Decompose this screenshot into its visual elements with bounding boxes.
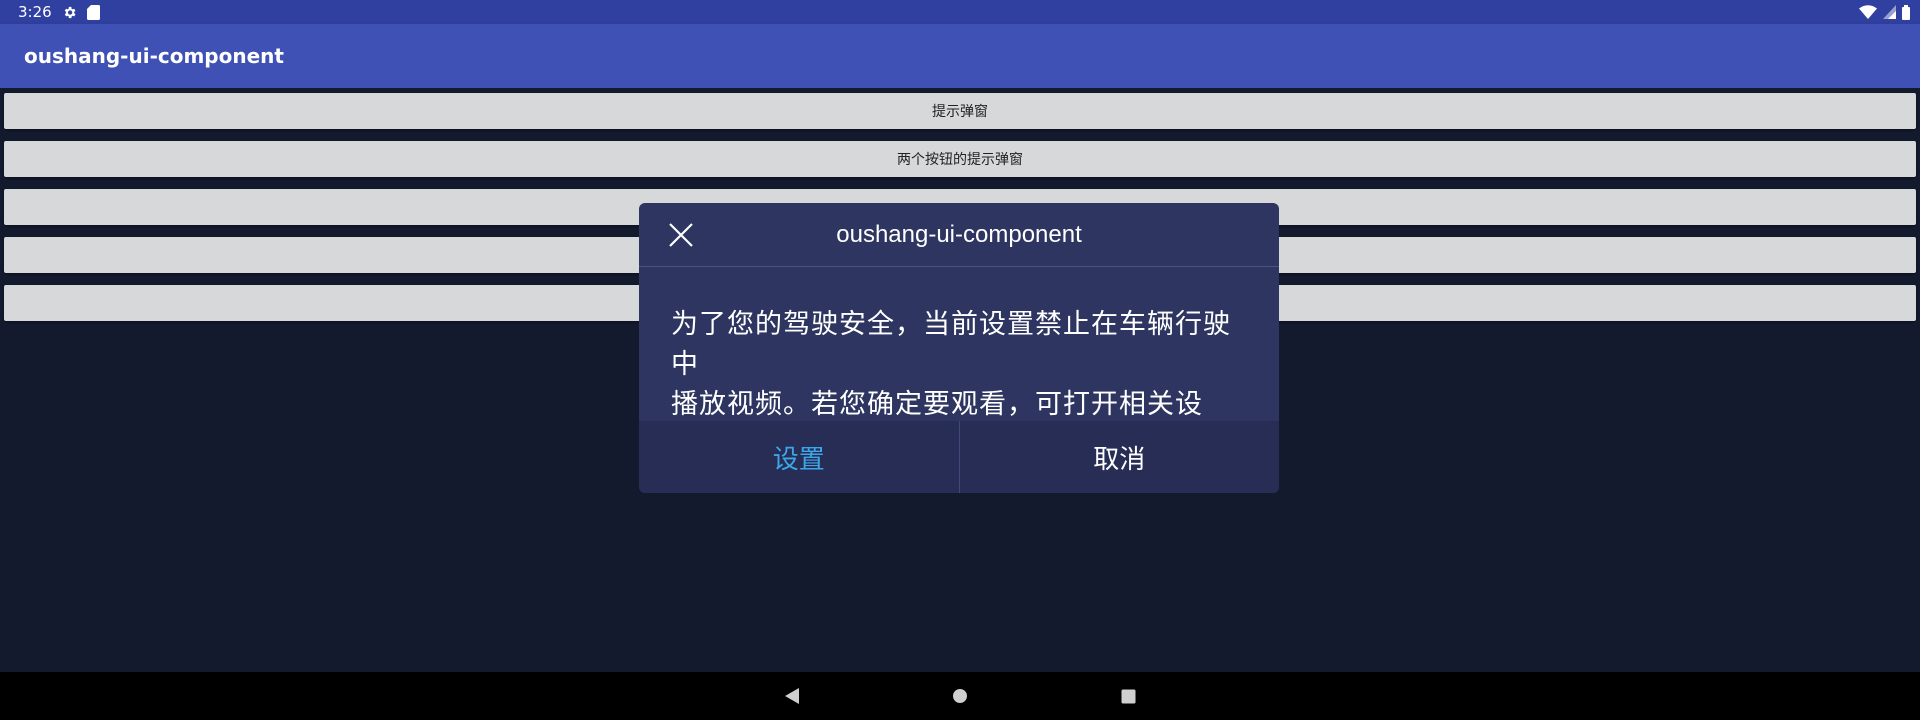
sd-card-icon — [86, 4, 100, 20]
close-icon[interactable] — [667, 221, 695, 249]
gear-icon — [62, 5, 77, 20]
tip-dialog-button[interactable]: 提示弹窗 — [4, 93, 1916, 129]
app-title: oushang-ui-component — [24, 44, 284, 68]
two-button-tip-dialog-button[interactable]: 两个按钮的提示弹窗 — [4, 141, 1916, 177]
dialog-title: oushang-ui-component — [836, 220, 1082, 248]
status-bar: 3:26 — [0, 0, 1920, 24]
dialog-message: 为了您的驾驶安全，当前设置禁止在车辆行驶中 播放视频。若您确定要观看，可打开相关… — [639, 267, 1279, 460]
status-time: 3:26 — [18, 3, 52, 21]
dialog-header: oushang-ui-component — [639, 203, 1279, 267]
settings-button[interactable]: 设置 — [639, 421, 960, 493]
recents-icon[interactable] — [1108, 676, 1148, 716]
navigation-bar — [0, 672, 1920, 720]
dialog-message-line-1: 为了您的驾驶安全，当前设置禁止在车辆行驶中 — [671, 309, 1231, 380]
alert-dialog: oushang-ui-component 为了您的驾驶安全，当前设置禁止在车辆行… — [639, 203, 1279, 493]
dialog-actions: 设置 取消 — [639, 421, 1279, 493]
signal-icon — [1883, 5, 1896, 19]
app-bar: oushang-ui-component — [0, 24, 1920, 88]
back-icon[interactable] — [772, 676, 812, 716]
cancel-button[interactable]: 取消 — [960, 421, 1280, 493]
home-icon[interactable] — [940, 676, 980, 716]
battery-icon — [1902, 4, 1910, 20]
wifi-icon — [1859, 5, 1877, 19]
